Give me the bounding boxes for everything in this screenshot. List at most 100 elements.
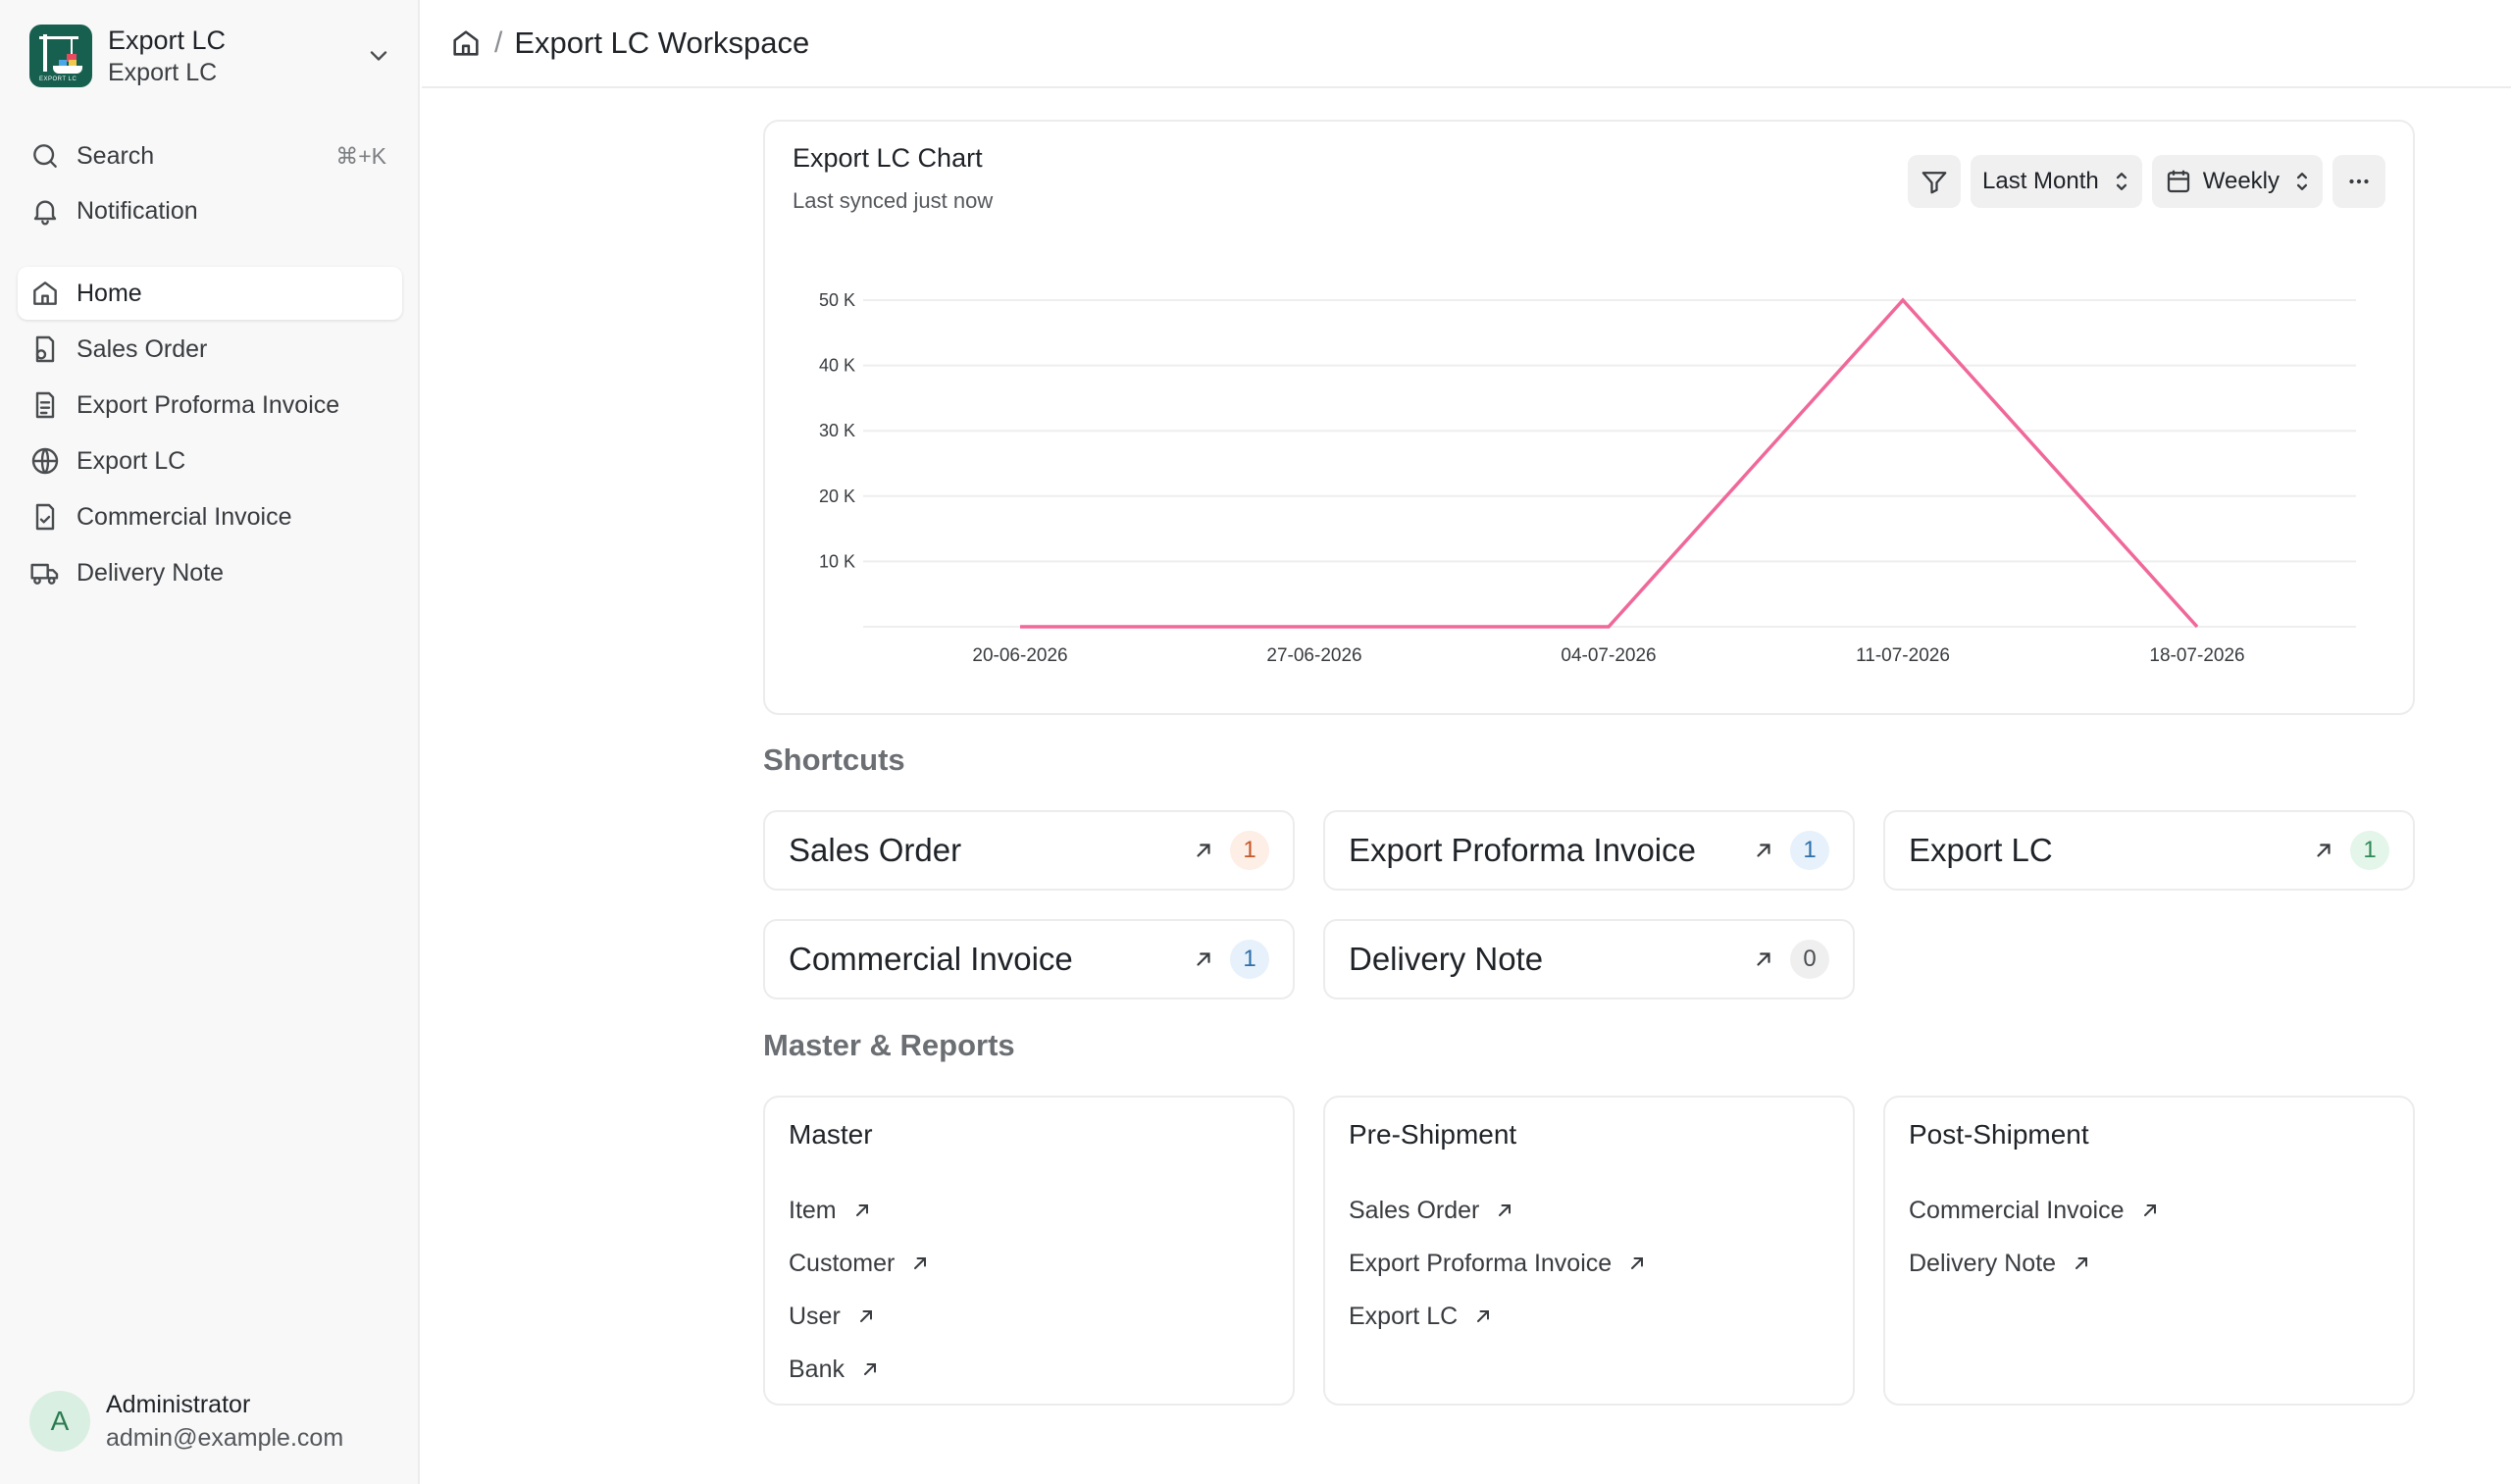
report-link-label: User bbox=[789, 1302, 841, 1330]
shortcut-export-proforma-invoice[interactable]: Export Proforma Invoice 1 bbox=[1323, 810, 1855, 891]
sidebar-item-export-proforma-invoice[interactable]: Export Proforma Invoice bbox=[18, 379, 402, 432]
shortcuts-heading: Shortcuts bbox=[763, 742, 905, 777]
y-tick-label: 20 K bbox=[819, 486, 855, 506]
x-tick-label: 18-07-2026 bbox=[2149, 645, 2244, 666]
x-tick-label: 04-07-2026 bbox=[1561, 645, 1656, 666]
report-card-title: Master bbox=[789, 1119, 873, 1150]
sidebar-item-export-lc[interactable]: Export LC bbox=[18, 435, 402, 487]
user-email: admin@example.com bbox=[106, 1424, 344, 1452]
app-title: Export LC bbox=[108, 26, 227, 55]
report-link-label: Bank bbox=[789, 1355, 845, 1383]
report-link-user[interactable]: User bbox=[789, 1290, 930, 1343]
sidebar: EXPORT LC Export LC Export LC Search ⌘+K… bbox=[0, 0, 420, 1484]
x-tick-label: 27-06-2026 bbox=[1266, 645, 1361, 666]
sidebar-item-sales-order[interactable]: Sales Order bbox=[18, 323, 402, 376]
arrow-up-right-icon bbox=[2143, 1204, 2156, 1216]
report-link-label: Sales Order bbox=[1349, 1196, 1480, 1224]
arrow-up-right-icon bbox=[855, 1204, 868, 1216]
home-icon bbox=[33, 281, 57, 305]
report-link-customer[interactable]: Customer bbox=[789, 1237, 930, 1290]
search-shortcut: ⌘+K bbox=[335, 142, 386, 169]
arrow-up-right-icon bbox=[1757, 952, 1770, 966]
sidebar-item-label: Home bbox=[77, 279, 142, 307]
report-link-delivery-note[interactable]: Delivery Note bbox=[1909, 1237, 2160, 1290]
y-tick-label: 40 K bbox=[819, 356, 855, 376]
arrow-up-right-icon bbox=[1631, 1257, 1644, 1269]
document-icon bbox=[35, 391, 55, 419]
file-check-icon bbox=[35, 503, 55, 531]
report-link-commercial-invoice[interactable]: Commercial Invoice bbox=[1909, 1184, 2160, 1237]
globe-icon bbox=[31, 447, 59, 475]
count-badge: 1 bbox=[1790, 831, 1829, 870]
series-line bbox=[1020, 297, 2199, 629]
avatar: A bbox=[29, 1391, 90, 1452]
shortcut-label: Export LC bbox=[1909, 832, 2053, 868]
report-link-label: Delivery Note bbox=[1909, 1249, 2057, 1277]
report-link-export-proforma-invoice[interactable]: Export Proforma Invoice bbox=[1349, 1237, 1647, 1290]
report-card-title: Pre-Shipment bbox=[1349, 1119, 1517, 1150]
arrow-up-right-icon bbox=[859, 1310, 872, 1322]
search-icon bbox=[33, 144, 57, 168]
count-badge: 1 bbox=[1230, 940, 1269, 979]
shortcut-label: Delivery Note bbox=[1349, 941, 1544, 977]
sidebar-item-home[interactable]: Home bbox=[18, 267, 402, 320]
sidebar-item-delivery-note[interactable]: Delivery Note bbox=[18, 546, 402, 599]
arrow-up-right-icon bbox=[1477, 1310, 1490, 1322]
report-card-post-shipment: Post-Shipment Commercial Invoice Deliver… bbox=[1883, 1096, 2415, 1406]
sidebar-item-label: Export LC bbox=[77, 446, 186, 475]
sidebar-item-label: Sales Order bbox=[77, 334, 208, 363]
search-button[interactable]: Search ⌘+K bbox=[18, 130, 402, 181]
arrow-up-right-icon bbox=[1499, 1204, 1512, 1216]
shortcut-label: Export Proforma Invoice bbox=[1349, 832, 1696, 868]
sidebar-item-label: Delivery Note bbox=[77, 558, 225, 587]
report-link-label: Item bbox=[789, 1196, 837, 1224]
app-switcher[interactable]: EXPORT LC Export LC Export LC bbox=[29, 24, 392, 88]
report-link-label: Export LC bbox=[1349, 1302, 1459, 1330]
sidebar-item-commercial-invoice[interactable]: Commercial Invoice bbox=[18, 490, 402, 543]
shortcut-delivery-note[interactable]: Delivery Note 0 bbox=[1323, 919, 1855, 999]
page-title: Export LC Workspace bbox=[514, 26, 810, 60]
arrow-up-right-icon bbox=[914, 1257, 927, 1269]
breadcrumb-separator: / bbox=[494, 26, 503, 59]
x-tick-label: 11-07-2026 bbox=[1856, 645, 1950, 666]
bell-icon bbox=[33, 200, 57, 226]
count-badge: 1 bbox=[2350, 831, 2389, 870]
report-card-title: Post-Shipment bbox=[1909, 1119, 2089, 1150]
search-label: Search bbox=[77, 141, 155, 170]
y-tick-label: 10 K bbox=[819, 551, 855, 571]
home-icon[interactable] bbox=[449, 26, 483, 60]
shortcut-export-lc[interactable]: Export LC 1 bbox=[1883, 810, 2415, 891]
arrow-up-right-icon bbox=[1757, 844, 1770, 857]
report-link-sales-order[interactable]: Sales Order bbox=[1349, 1184, 1647, 1237]
sidebar-item-label: Export Proforma Invoice bbox=[77, 390, 340, 419]
report-link-label: Customer bbox=[789, 1249, 896, 1277]
notification-label: Notification bbox=[77, 196, 198, 225]
topbar: / Export LC Workspace bbox=[422, 0, 2511, 88]
report-link-label: Export Proforma Invoice bbox=[1349, 1249, 1613, 1277]
sidebar-nav: Home Sales Order Export Proforma Invoice… bbox=[18, 267, 402, 602]
report-link-item[interactable]: Item bbox=[789, 1184, 930, 1237]
notification-button[interactable]: Notification bbox=[18, 185, 402, 236]
chart-card: Export LC Chart Last synced just now Las… bbox=[763, 120, 2415, 715]
arrow-up-right-icon bbox=[1197, 952, 1210, 966]
arrow-up-right-icon bbox=[863, 1363, 876, 1375]
app-subtitle: Export LC bbox=[108, 59, 218, 86]
user-name: Administrator bbox=[106, 1391, 251, 1418]
report-card-pre-shipment: Pre-Shipment Sales Order Export Proforma… bbox=[1323, 1096, 1855, 1406]
reports-heading: Master & Reports bbox=[763, 1028, 1015, 1062]
count-badge: 1 bbox=[1230, 831, 1269, 870]
chevron-down-icon bbox=[370, 51, 387, 61]
arrow-up-right-icon bbox=[1197, 844, 1210, 857]
arrow-up-right-icon bbox=[2317, 844, 2331, 857]
report-link-bank[interactable]: Bank bbox=[789, 1343, 930, 1396]
report-link-export-lc[interactable]: Export LC bbox=[1349, 1290, 1647, 1343]
truck-icon bbox=[30, 563, 59, 585]
sales-order-icon bbox=[35, 335, 55, 363]
arrow-up-right-icon bbox=[2075, 1257, 2088, 1269]
app-logo: EXPORT LC bbox=[29, 25, 92, 87]
app-logo-text: EXPORT LC bbox=[39, 77, 77, 82]
user-menu[interactable]: A Administrator admin@example.com bbox=[29, 1385, 402, 1458]
shortcut-commercial-invoice[interactable]: Commercial Invoice 1 bbox=[763, 919, 1295, 999]
shortcut-sales-order[interactable]: Sales Order 1 bbox=[763, 810, 1295, 891]
x-tick-label: 20-06-2026 bbox=[972, 645, 1067, 666]
